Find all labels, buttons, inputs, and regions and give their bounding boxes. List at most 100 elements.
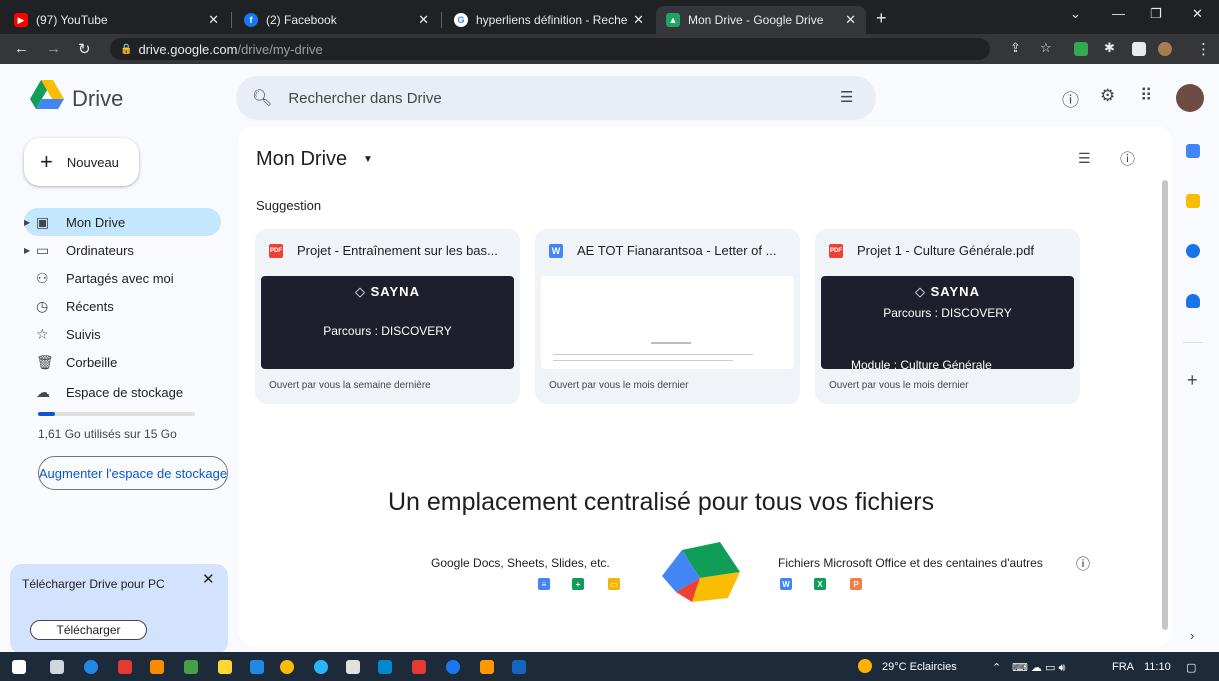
keep-icon[interactable] xyxy=(1186,194,1200,208)
tab-search-chevron-icon[interactable]: ⌄ xyxy=(1070,6,1081,22)
browser-tab-youtube[interactable]: ▶ (97) YouTube ✕ xyxy=(4,6,229,34)
tray-chevron-icon[interactable]: ⌃ xyxy=(992,661,1001,674)
contacts-icon[interactable] xyxy=(1186,294,1200,308)
pdf-file-icon: PDF xyxy=(269,243,283,258)
notification-icon[interactable]: ▢ xyxy=(1186,661,1196,674)
app-icon[interactable] xyxy=(150,660,164,674)
minimize-icon[interactable]: — xyxy=(1112,6,1125,21)
word-icon[interactable] xyxy=(512,660,526,674)
chevron-right-icon[interactable]: › xyxy=(1190,628,1194,643)
windows-start-icon[interactable] xyxy=(12,660,26,674)
pdf-file-icon: PDF xyxy=(829,243,843,258)
new-tab-icon[interactable]: + xyxy=(876,8,887,29)
suggested-file-card[interactable]: PDF Projet 1 - Culture Générale.pdf ◇ SA… xyxy=(815,229,1080,404)
youtube-icon: ▶ xyxy=(14,13,28,27)
tab-separator xyxy=(441,12,442,28)
get-addons-plus-icon[interactable]: + xyxy=(1187,370,1198,391)
side-panel-icon[interactable] xyxy=(1132,42,1146,56)
store-icon[interactable] xyxy=(184,660,198,674)
storage-bar xyxy=(38,412,195,416)
browser-tab-google-search[interactable]: G hyperliens définition - Recherche ✕ xyxy=(444,6,654,34)
close-tab-icon[interactable]: ✕ xyxy=(208,12,219,28)
sidebar-item-computers[interactable]: ▶ ▭ Ordinateurs xyxy=(24,236,221,264)
bookmark-star-icon[interactable]: ☆ xyxy=(1040,40,1052,56)
close-tab-icon[interactable]: ✕ xyxy=(845,12,856,28)
file-thumbnail: ◇ SAYNA Parcours : DISCOVERY Module : Cu… xyxy=(821,276,1074,369)
browser-menu-icon[interactable]: ⋮ xyxy=(1196,40,1211,58)
app-icon[interactable] xyxy=(378,660,392,674)
task-view-icon[interactable] xyxy=(50,660,64,674)
restore-icon[interactable]: ❐ xyxy=(1150,6,1162,22)
expand-arrow-icon[interactable]: ▶ xyxy=(24,246,36,255)
forward-arrow-icon[interactable]: → xyxy=(46,40,61,57)
sidebar-item-trash[interactable]: 🗑︎ Corbeille xyxy=(24,348,221,376)
expand-arrow-icon[interactable]: ▶ xyxy=(24,218,36,227)
language-indicator[interactable]: FRA xyxy=(1112,661,1134,673)
reload-icon[interactable]: ↻ xyxy=(78,40,91,58)
info-icon[interactable]: ⓘ xyxy=(1120,148,1135,169)
scrollbar[interactable] xyxy=(1162,180,1168,630)
upgrade-storage-button[interactable]: Augmenter l'espace de stockage xyxy=(38,456,228,490)
tray-icons[interactable]: ⌨ ☁ ▭ 🔊︎ xyxy=(1012,661,1065,675)
caret-down-icon[interactable]: ▼ xyxy=(363,154,373,165)
address-bar[interactable]: 🔒 drive.google.com/drive/my-drive xyxy=(110,38,990,60)
drive-icon: ▣ xyxy=(36,213,50,230)
file-explorer-icon[interactable] xyxy=(218,660,232,674)
close-icon[interactable]: ✕ xyxy=(202,570,215,588)
youtube-taskbar-icon[interactable] xyxy=(412,660,426,674)
cloud-icon: ☁ xyxy=(36,383,50,400)
page-title[interactable]: Mon Drive xyxy=(256,148,347,171)
account-avatar[interactable] xyxy=(1176,84,1204,112)
vscode-icon[interactable] xyxy=(250,660,264,674)
calendar-icon[interactable] xyxy=(1186,144,1200,158)
back-arrow-icon[interactable]: ← xyxy=(14,40,29,57)
browser-tab-facebook[interactable]: f (2) Facebook ✕ xyxy=(234,6,439,34)
facebook-taskbar-icon[interactable] xyxy=(446,660,460,674)
facebook-icon: f xyxy=(244,13,258,27)
sidebar-item-storage[interactable]: ☁ Espace de stockage xyxy=(24,378,221,406)
suggested-file-card[interactable]: W AE TOT Fianarantsoa - Letter of ... Ou… xyxy=(535,229,800,404)
word-taskbar-icon[interactable] xyxy=(346,660,360,674)
edge-icon[interactable] xyxy=(84,660,98,674)
weather-text[interactable]: 29°C Eclaircies xyxy=(882,661,957,673)
suggested-file-card[interactable]: PDF Projet - Entraînement sur les bas...… xyxy=(255,229,520,404)
clock[interactable]: 11:10 xyxy=(1144,661,1171,673)
close-tab-icon[interactable]: ✕ xyxy=(418,12,429,28)
apps-grid-icon[interactable]: ⠿ xyxy=(1140,86,1152,106)
app-icon[interactable] xyxy=(314,660,328,674)
storage-usage-text: 1,61 Go utilisés sur 15 Go xyxy=(38,427,177,441)
search-filters-icon[interactable]: ☰ xyxy=(840,88,853,106)
share-icon[interactable]: ⇪ xyxy=(1010,40,1021,56)
sidebar-item-recent[interactable]: ◷ Récents xyxy=(24,292,221,320)
settings-gear-icon[interactable]: ⚙ xyxy=(1100,86,1115,106)
list-view-icon[interactable]: ☰ xyxy=(1078,150,1091,167)
extension-icon[interactable] xyxy=(1074,42,1088,56)
info-icon[interactable]: ⓘ xyxy=(1076,554,1090,574)
new-button[interactable]: + Nouveau xyxy=(24,138,139,186)
close-window-icon[interactable]: ✕ xyxy=(1192,6,1203,22)
close-tab-icon[interactable]: ✕ xyxy=(633,12,644,28)
tasks-icon[interactable] xyxy=(1186,244,1200,258)
star-icon: ☆ xyxy=(36,325,49,342)
search-input[interactable] xyxy=(288,89,809,107)
help-icon[interactable]: ⓘ xyxy=(1062,86,1079,111)
lock-icon[interactable]: 🔒 xyxy=(120,44,132,55)
search-icon[interactable]: 🔍︎ xyxy=(252,88,272,108)
app-brand[interactable]: Drive xyxy=(72,86,123,112)
sidebar-item-starred[interactable]: ☆ Suivis xyxy=(24,320,221,348)
app-icon[interactable] xyxy=(118,660,132,674)
vlc-icon[interactable] xyxy=(480,660,494,674)
word-icon: W xyxy=(780,578,792,590)
profile-avatar-icon[interactable] xyxy=(1158,42,1172,56)
weather-icon[interactable] xyxy=(858,659,872,673)
sheets-icon: + xyxy=(572,578,584,590)
puzzle-icon[interactable]: ✱ xyxy=(1104,40,1115,56)
suggestion-heading: Suggestion xyxy=(256,198,322,213)
sidebar-item-my-drive[interactable]: ▶ ▣ Mon Drive xyxy=(24,208,221,236)
sidebar-item-shared[interactable]: ⚇ Partagés avec moi xyxy=(24,264,221,292)
search-bar[interactable]: 🔍︎ ☰ xyxy=(236,76,876,120)
chrome-icon[interactable] xyxy=(280,660,294,674)
browser-tab-drive[interactable]: ▲ Mon Drive - Google Drive ✕ xyxy=(656,6,866,34)
drive-logo-icon[interactable] xyxy=(30,80,64,110)
download-button[interactable]: Télécharger xyxy=(30,620,147,640)
